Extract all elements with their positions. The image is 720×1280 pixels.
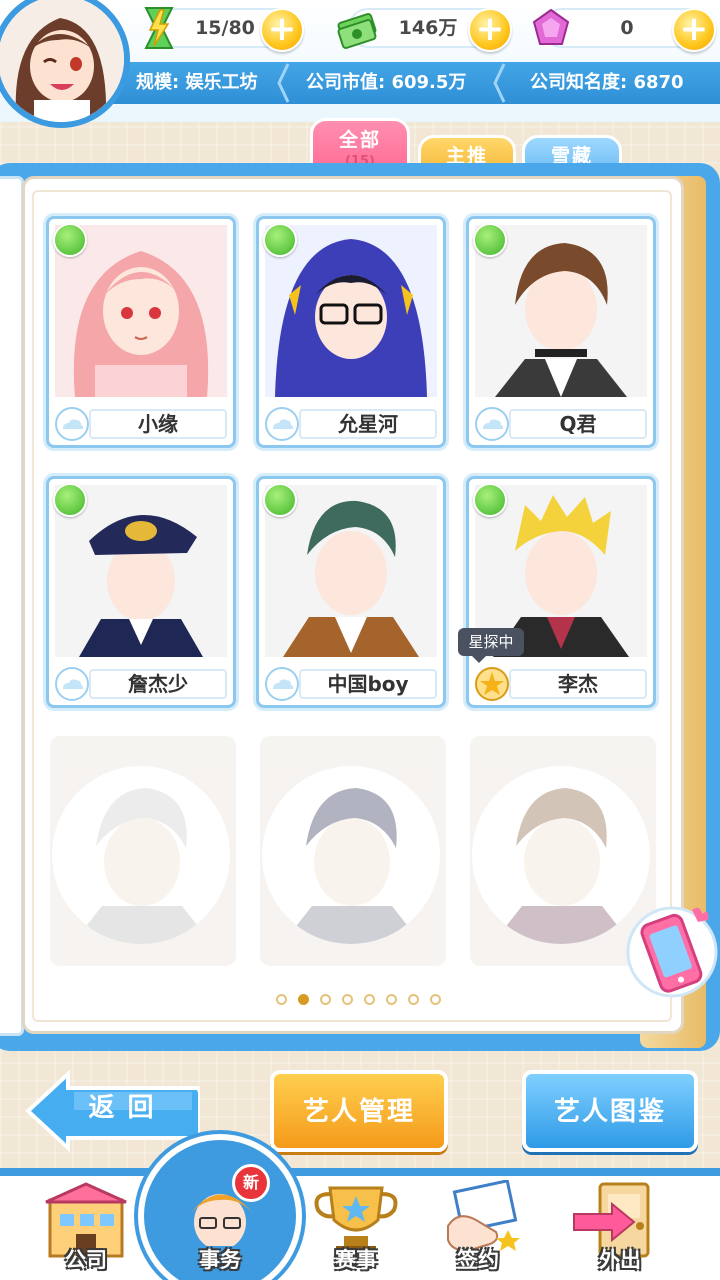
add-money-button[interactable]: + bbox=[468, 8, 512, 52]
weather-cloud-icon bbox=[55, 667, 89, 701]
artist-card[interactable]: 小缘 bbox=[46, 216, 236, 448]
artist-manage-button[interactable]: 艺人管理 bbox=[270, 1070, 448, 1152]
nav-company-label: 公司 bbox=[65, 1248, 107, 1272]
page-dot[interactable] bbox=[386, 994, 397, 1005]
artist-name: 允星河 bbox=[299, 409, 437, 439]
artist-card[interactable]: Q君 bbox=[466, 216, 656, 448]
scout-star-icon bbox=[475, 667, 509, 701]
mood-happy-icon bbox=[473, 223, 507, 257]
artist-name: 中国boy bbox=[299, 669, 437, 699]
company-info-bar: 规模: 娱乐工坊 公司市值: 609.5万 公司知名度: 6870 bbox=[100, 62, 720, 104]
nav-affairs-label: 事务 bbox=[199, 1248, 241, 1272]
locked-artist-slot[interactable] bbox=[50, 736, 236, 966]
tab-all-label: 全部 bbox=[338, 129, 381, 151]
weather-cloud-icon bbox=[475, 407, 509, 441]
artist-gallery-label: 艺人图鉴 bbox=[553, 1097, 666, 1127]
weather-cloud-icon bbox=[265, 407, 299, 441]
back-button-label: 返 回 bbox=[88, 1093, 156, 1123]
company-fame: 公司知名度: 6870 bbox=[530, 72, 684, 93]
page-dot[interactable] bbox=[430, 994, 441, 1005]
scouting-status-tag: 星探中 bbox=[458, 628, 524, 663]
page-dot[interactable] bbox=[408, 994, 419, 1005]
divider-chevron-icon bbox=[277, 63, 290, 103]
money-counter: 146万 + bbox=[337, 8, 512, 52]
gem-counter: 0 + bbox=[532, 8, 716, 52]
page-dot[interactable] bbox=[364, 994, 375, 1005]
artist-name: Q君 bbox=[509, 409, 647, 439]
divider-chevron-icon bbox=[493, 63, 506, 103]
artist-gallery-button[interactable]: 艺人图鉴 bbox=[522, 1070, 698, 1152]
book-left-page-edge bbox=[0, 176, 24, 1036]
company-market-value: 公司市值: 609.5万 bbox=[306, 72, 467, 93]
artist-name: 小缘 bbox=[89, 409, 227, 439]
artist-card[interactable]: 李杰 bbox=[466, 476, 656, 708]
artist-card[interactable]: 詹杰少 bbox=[46, 476, 236, 708]
locked-artist-silhouette bbox=[262, 766, 440, 944]
artist-card[interactable]: 中国boy bbox=[256, 476, 446, 708]
top-resource-bar: 15/80 + 146万 + 0 + 规模: 娱乐工坊 公司市值: 609.5万 bbox=[0, 0, 720, 128]
phone-icon[interactable] bbox=[622, 900, 720, 1000]
new-badge: 新 bbox=[232, 1164, 270, 1202]
energy-counter: 15/80 + bbox=[144, 7, 304, 52]
add-energy-button[interactable]: + bbox=[260, 8, 304, 52]
player-avatar[interactable] bbox=[0, 0, 130, 128]
nav-events[interactable]: 赛事 bbox=[296, 1180, 416, 1280]
page-dot-active[interactable] bbox=[298, 994, 309, 1005]
mood-happy-icon bbox=[473, 483, 507, 517]
page-dot[interactable] bbox=[342, 994, 353, 1005]
artist-name: 詹杰少 bbox=[89, 669, 227, 699]
artist-name: 李杰 bbox=[509, 669, 647, 699]
nav-company[interactable]: 公司 bbox=[26, 1180, 146, 1280]
artist-card[interactable]: 允星河 bbox=[256, 216, 446, 448]
resource-row: 15/80 + 146万 + 0 + bbox=[110, 0, 720, 60]
mood-happy-icon bbox=[263, 223, 297, 257]
back-button[interactable]: 返 回 bbox=[24, 1070, 200, 1152]
mood-happy-icon bbox=[53, 483, 87, 517]
nav-events-label: 赛事 bbox=[335, 1248, 377, 1272]
locked-artist-slot[interactable] bbox=[260, 736, 446, 966]
locked-artist-silhouette bbox=[52, 766, 230, 944]
nav-sign-label: 签约 bbox=[457, 1248, 499, 1272]
weather-cloud-icon bbox=[55, 407, 89, 441]
page-dot[interactable] bbox=[276, 994, 287, 1005]
page-indicator bbox=[276, 994, 446, 1008]
company-scale: 规模: 娱乐工坊 bbox=[136, 72, 258, 93]
page-dot[interactable] bbox=[320, 994, 331, 1005]
nav-sign[interactable]: 签约 bbox=[418, 1179, 538, 1280]
mood-happy-icon bbox=[53, 223, 87, 257]
mood-happy-icon bbox=[263, 483, 297, 517]
nav-outing-label: 外出 bbox=[599, 1248, 641, 1272]
add-gem-button[interactable]: + bbox=[672, 8, 716, 52]
artist-manage-label: 艺人管理 bbox=[302, 1097, 415, 1127]
weather-cloud-icon bbox=[265, 667, 299, 701]
nav-outing[interactable]: 外出 bbox=[560, 1180, 680, 1280]
avatar-portrait bbox=[0, 0, 124, 122]
